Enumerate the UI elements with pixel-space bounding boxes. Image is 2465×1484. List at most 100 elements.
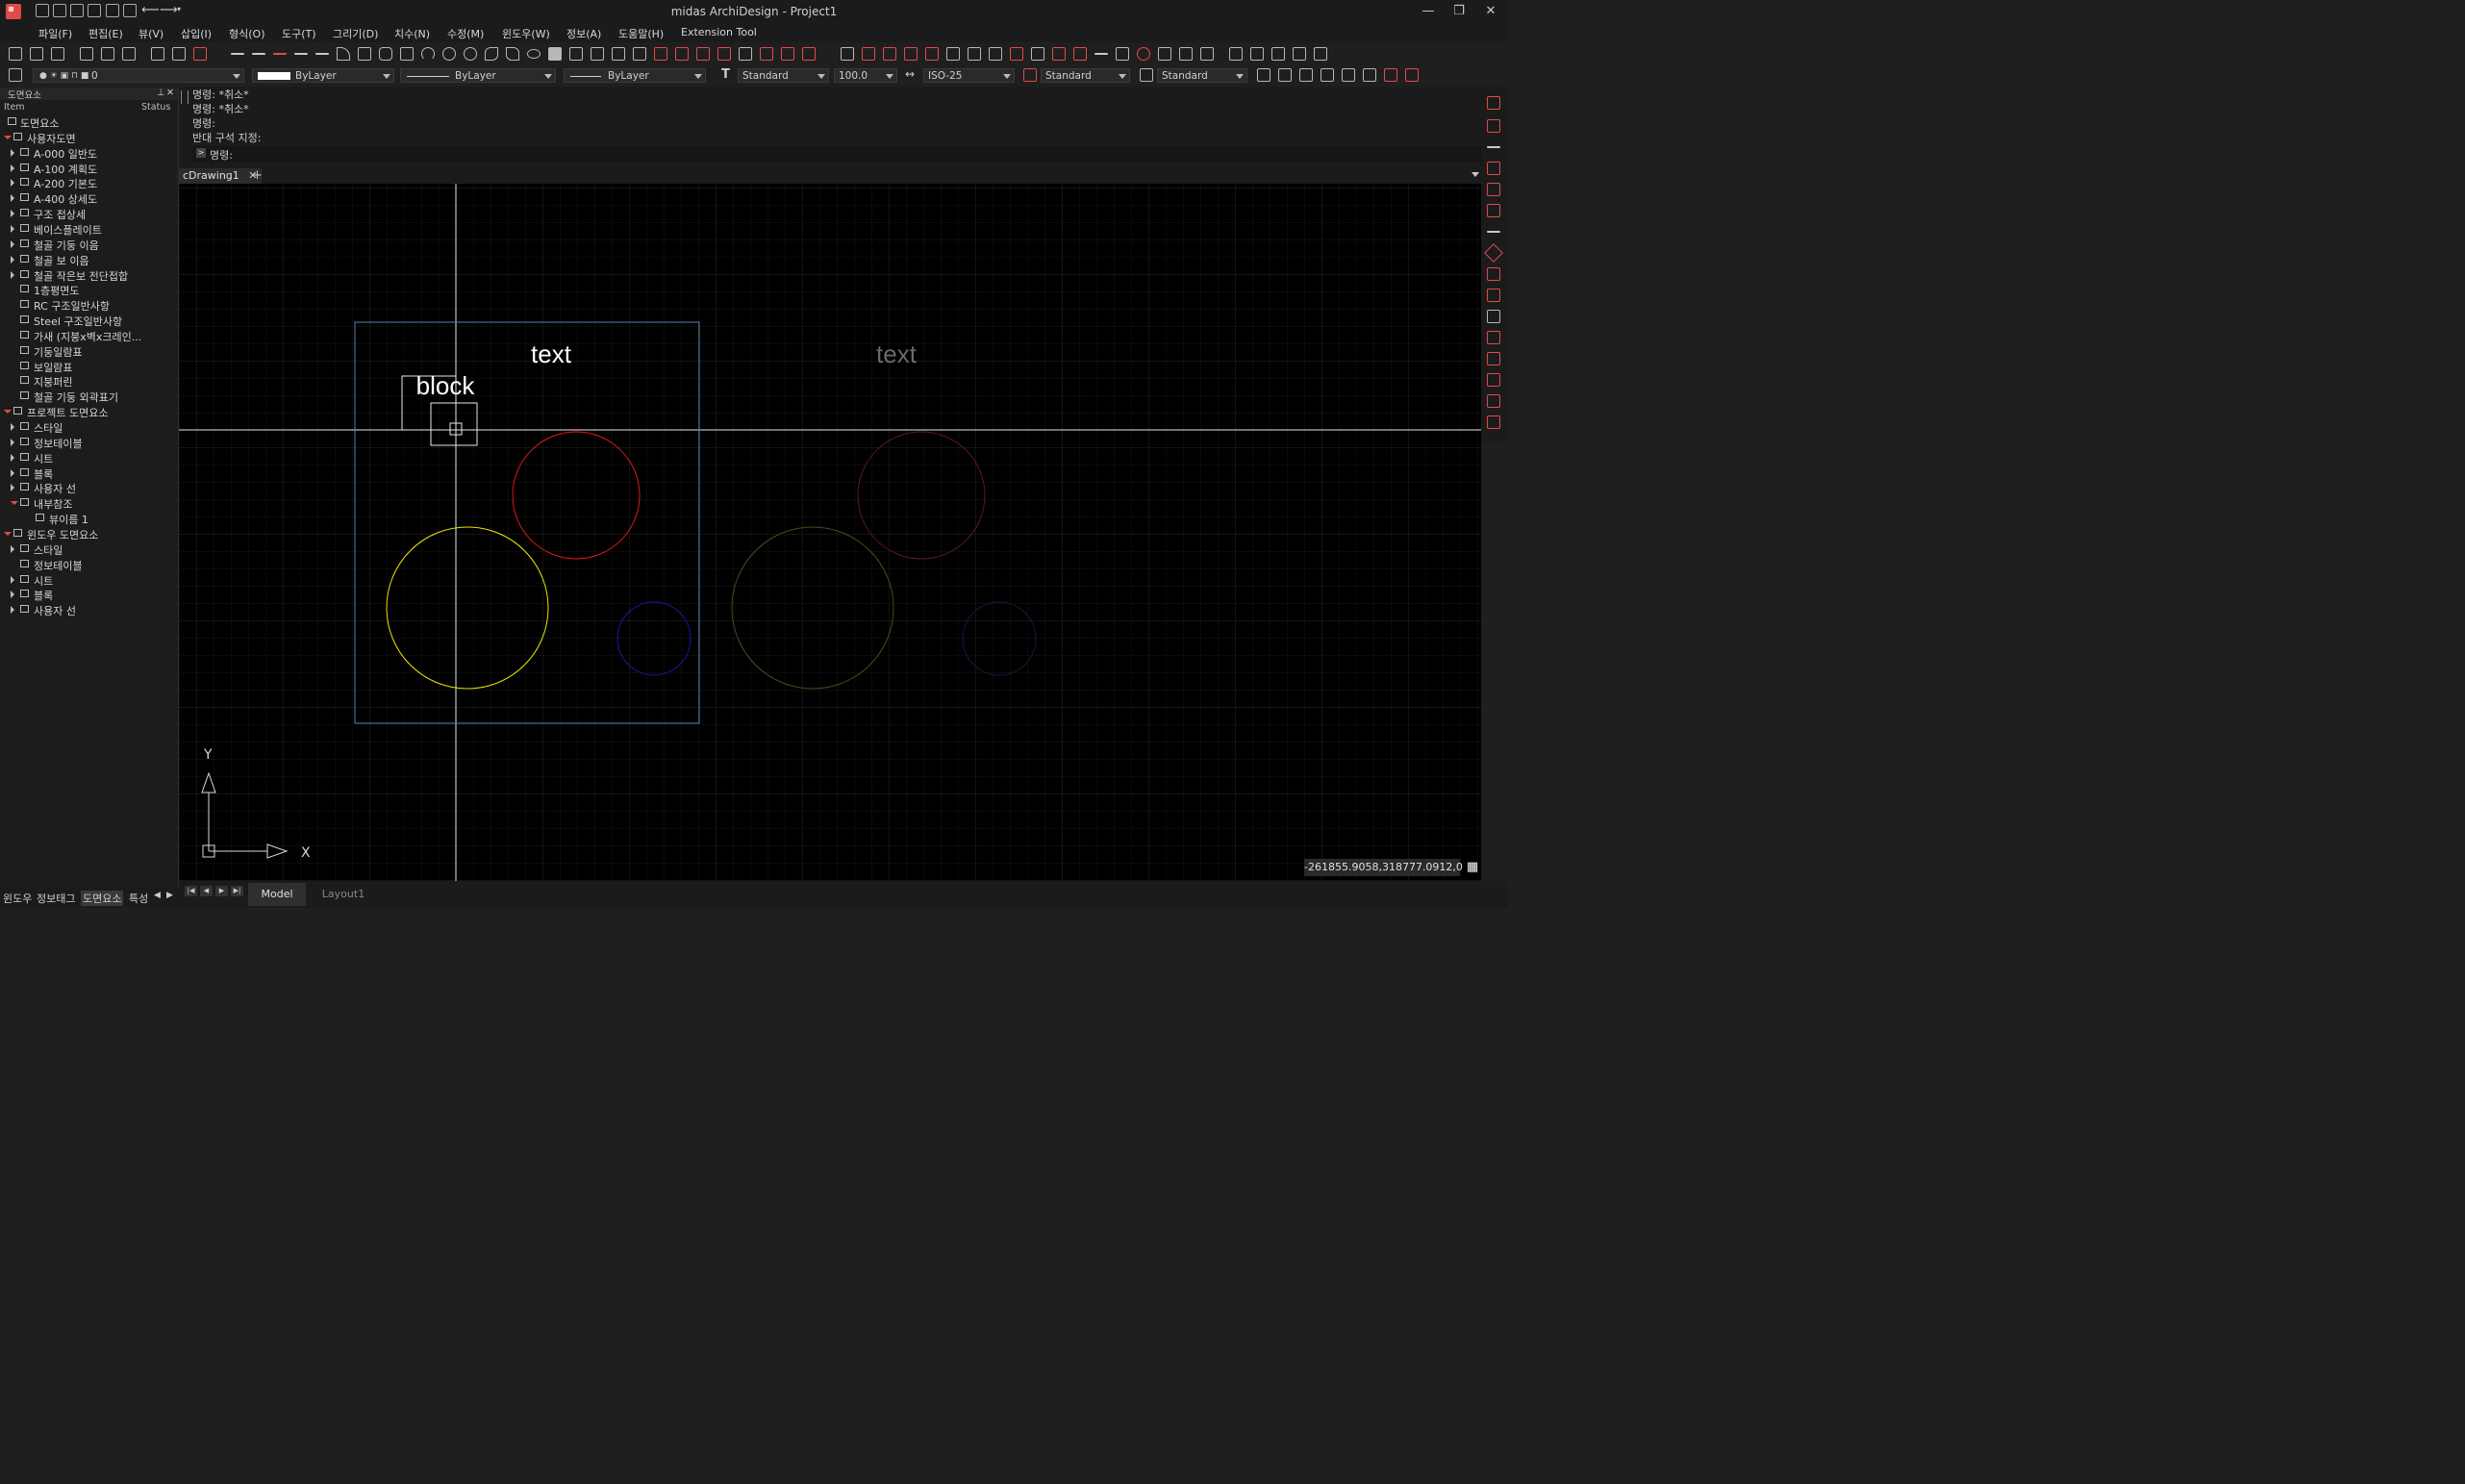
tree-item[interactable]: 블록	[0, 466, 178, 481]
edit-wall-icon[interactable]	[1487, 96, 1500, 110]
draw-slab-icon[interactable]	[51, 47, 64, 61]
extend-icon[interactable]	[1487, 183, 1500, 196]
tree-item[interactable]: A-200 기본도	[0, 176, 178, 190]
column-status[interactable]: Status	[141, 102, 170, 113]
tree-item[interactable]: 철골 기둥 외곽표기	[0, 390, 178, 404]
regen-icon[interactable]	[1137, 47, 1150, 61]
tree-item[interactable]: A-400 상세도	[0, 191, 178, 206]
tree-item[interactable]: 1층평면도	[0, 283, 178, 297]
menu-help[interactable]: 도움말(H)	[618, 26, 664, 41]
tree-item[interactable]: 기둥일람표	[0, 344, 178, 359]
tab-window[interactable]: 윈도우	[3, 891, 32, 906]
tree-item[interactable]: 스타일	[0, 542, 178, 557]
circle-icon[interactable]	[442, 47, 456, 61]
menu-extension-tool[interactable]: Extension Tool	[681, 26, 757, 38]
expand-arrow-icon[interactable]	[11, 210, 14, 218]
tree-item[interactable]: 철골 보 이음	[0, 253, 178, 267]
dim-space-icon[interactable]	[1158, 47, 1171, 61]
menu-format[interactable]: 형식(O)	[229, 26, 264, 41]
coordinate-readout[interactable]: -261855.9058,318777.0912,0	[1304, 859, 1463, 876]
tree-item[interactable]: 블록	[0, 588, 178, 602]
donut-icon[interactable]	[464, 47, 477, 61]
expand-arrow-icon[interactable]	[11, 270, 14, 279]
minimize-button[interactable]: —	[1417, 3, 1440, 20]
dim-linear-icon[interactable]	[841, 47, 854, 61]
layer-lock-icon[interactable]	[1342, 68, 1355, 82]
table-style-combo[interactable]: Standard	[1157, 68, 1247, 83]
tree-item[interactable]: RC 구조일반사항	[0, 298, 178, 313]
tree-item[interactable]: 정보테이블	[0, 436, 178, 450]
expand-arrow-icon[interactable]	[11, 239, 14, 248]
tab-scroll-right-icon[interactable]: ▶	[166, 891, 173, 900]
menu-tools[interactable]: 도구(T)	[282, 26, 316, 41]
tree-item[interactable]: 내부참조	[0, 496, 178, 511]
tree-item[interactable]: 보일람표	[0, 360, 178, 374]
dim-edit-icon[interactable]	[1073, 47, 1087, 61]
close-button[interactable]: ✕	[1479, 3, 1502, 20]
text-entity[interactable]: text	[531, 340, 572, 368]
tree-item[interactable]: A-000 일반도	[0, 146, 178, 161]
tree-item[interactable]: A-100 계획도	[0, 162, 178, 176]
tree-item[interactable]: 정보테이블	[0, 558, 178, 572]
prev-tab-icon[interactable]: ◀	[200, 886, 213, 896]
tree-item[interactable]: 뷰이름 1	[0, 512, 178, 526]
measure-icon[interactable]	[781, 47, 794, 61]
expand-arrow-icon[interactable]	[11, 484, 14, 492]
layer-combo[interactable]: ● ☀ ▣ ⊓ ■ 0	[33, 68, 244, 83]
draw-opening-icon[interactable]	[193, 47, 207, 61]
menu-edit[interactable]: 편집(E)	[88, 26, 123, 41]
tree-item[interactable]: 가새 (지붕x벽x크레인...	[0, 329, 178, 343]
expand-arrow-icon[interactable]	[11, 453, 14, 462]
tab-properties[interactable]: 특성	[129, 891, 148, 906]
dim-angle-icon[interactable]	[904, 47, 918, 61]
tab-scroll-left-icon[interactable]: ◀	[154, 891, 161, 900]
menu-view[interactable]: 뷰(V)	[138, 26, 163, 41]
tree-item[interactable]: 스타일	[0, 420, 178, 435]
command-input[interactable]: > 명령:	[192, 146, 1481, 162]
first-tab-icon[interactable]: |◀	[185, 886, 197, 896]
leader-icon[interactable]	[1010, 47, 1023, 61]
break-icon[interactable]	[1487, 204, 1500, 217]
stretch-icon[interactable]	[1487, 373, 1500, 387]
tree-item[interactable]: 도면요소	[0, 115, 178, 130]
tree-item[interactable]: 철골 기둥 이음	[0, 238, 178, 252]
layer-match-icon[interactable]	[1363, 68, 1376, 82]
hyperlink-icon[interactable]	[1314, 47, 1327, 61]
tolerance-icon[interactable]	[1031, 47, 1044, 61]
tree-item[interactable]: Steel 구조일반사항	[0, 314, 178, 328]
gradient-icon[interactable]	[591, 47, 604, 61]
dim-break-icon[interactable]	[1179, 47, 1193, 61]
scale-icon[interactable]	[1487, 352, 1500, 365]
tab-cdrawing1[interactable]: cDrawing1 ✕	[179, 168, 262, 184]
expand-arrow-icon[interactable]	[11, 255, 14, 264]
add-tab-icon[interactable]: +	[252, 168, 263, 184]
text-height-combo[interactable]: 100.0	[834, 68, 897, 83]
block-insert-icon[interactable]	[675, 47, 689, 61]
expand-arrow-icon[interactable]	[11, 606, 14, 615]
tree-item[interactable]: 철골 작은보 전단접합	[0, 268, 178, 283]
arc-icon[interactable]	[421, 47, 435, 61]
menu-insert[interactable]: 삽입(I)	[181, 26, 212, 41]
tree-item[interactable]: 사용자 선	[0, 603, 178, 617]
sketch-icon[interactable]	[358, 47, 371, 61]
double-line-icon[interactable]	[252, 53, 265, 55]
dim-arc-icon[interactable]	[968, 47, 981, 61]
xline-icon[interactable]	[294, 53, 308, 55]
dim-ordinate-icon[interactable]	[989, 47, 1002, 61]
dim-continue-icon[interactable]	[862, 47, 875, 61]
block-label[interactable]: block	[416, 371, 476, 400]
fillet-icon[interactable]	[1487, 394, 1500, 408]
panel-close-icon[interactable]: ✕	[166, 88, 174, 98]
column-item[interactable]: Item	[4, 102, 25, 113]
collapse-arrow-icon[interactable]	[11, 501, 18, 506]
menu-modify[interactable]: 수정(M)	[447, 26, 484, 41]
dim-radius-icon[interactable]	[925, 47, 939, 61]
tab-model[interactable]: Model	[248, 883, 306, 906]
expand-arrow-icon[interactable]	[11, 194, 14, 203]
draw-beam-2-icon[interactable]	[101, 47, 114, 61]
dim-style-combo[interactable]: ISO-25	[923, 68, 1015, 83]
draw-wall-icon[interactable]	[9, 47, 22, 61]
ellipse-icon[interactable]	[527, 49, 541, 59]
expand-arrow-icon[interactable]	[11, 163, 14, 172]
menu-window[interactable]: 윈도우(W)	[502, 26, 550, 41]
